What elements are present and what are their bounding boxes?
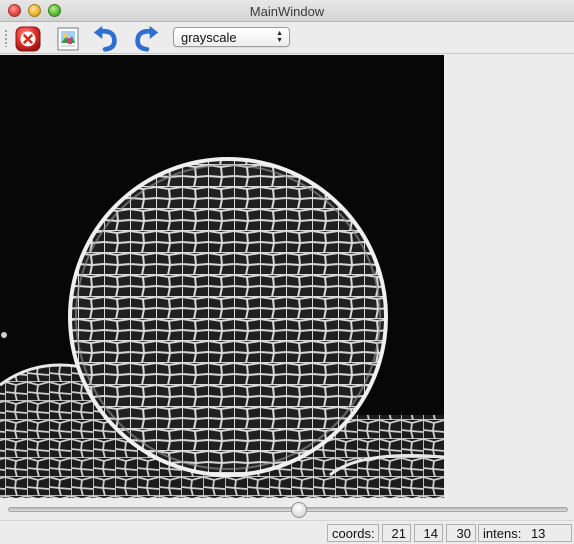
undo-arrow-icon	[93, 25, 117, 52]
coord-z: 30	[446, 524, 476, 542]
colormap-select-value: grayscale	[181, 30, 237, 45]
intensity-value: 13	[530, 526, 546, 541]
coord-y: 14	[414, 524, 443, 542]
slider-knob[interactable]	[290, 502, 307, 518]
slider-track[interactable]	[8, 507, 568, 512]
image-view[interactable]	[0, 55, 444, 498]
coords-label: coords:	[327, 524, 379, 542]
window-title: MainWindow	[249, 4, 325, 19]
select-arrows-icon: ▲ ▼	[276, 30, 283, 44]
status-bar: coords: 21 14 30 intens: 13	[0, 520, 574, 544]
toolbar-grip[interactable]	[4, 29, 8, 47]
slice-slider[interactable]	[0, 498, 574, 520]
microscopy-image	[0, 55, 444, 498]
undo-button[interactable]	[92, 25, 120, 53]
redo-button[interactable]	[132, 25, 160, 53]
side-panel	[444, 55, 574, 498]
main-window: MainWindow grayscale ▲ ▼ coords: 21 14 3…	[0, 0, 574, 544]
close-x-icon	[15, 26, 41, 52]
open-image-button[interactable]	[54, 25, 82, 53]
colormap-select[interactable]: grayscale ▲ ▼	[173, 27, 290, 47]
image-icon	[57, 27, 79, 51]
intensity-field: intens: 13	[478, 524, 572, 542]
intensity-label: intens:	[483, 526, 522, 541]
coord-x: 21	[382, 524, 411, 542]
redo-arrow-icon	[135, 25, 159, 52]
title-bar: MainWindow	[0, 0, 574, 22]
close-button[interactable]	[14, 25, 42, 53]
